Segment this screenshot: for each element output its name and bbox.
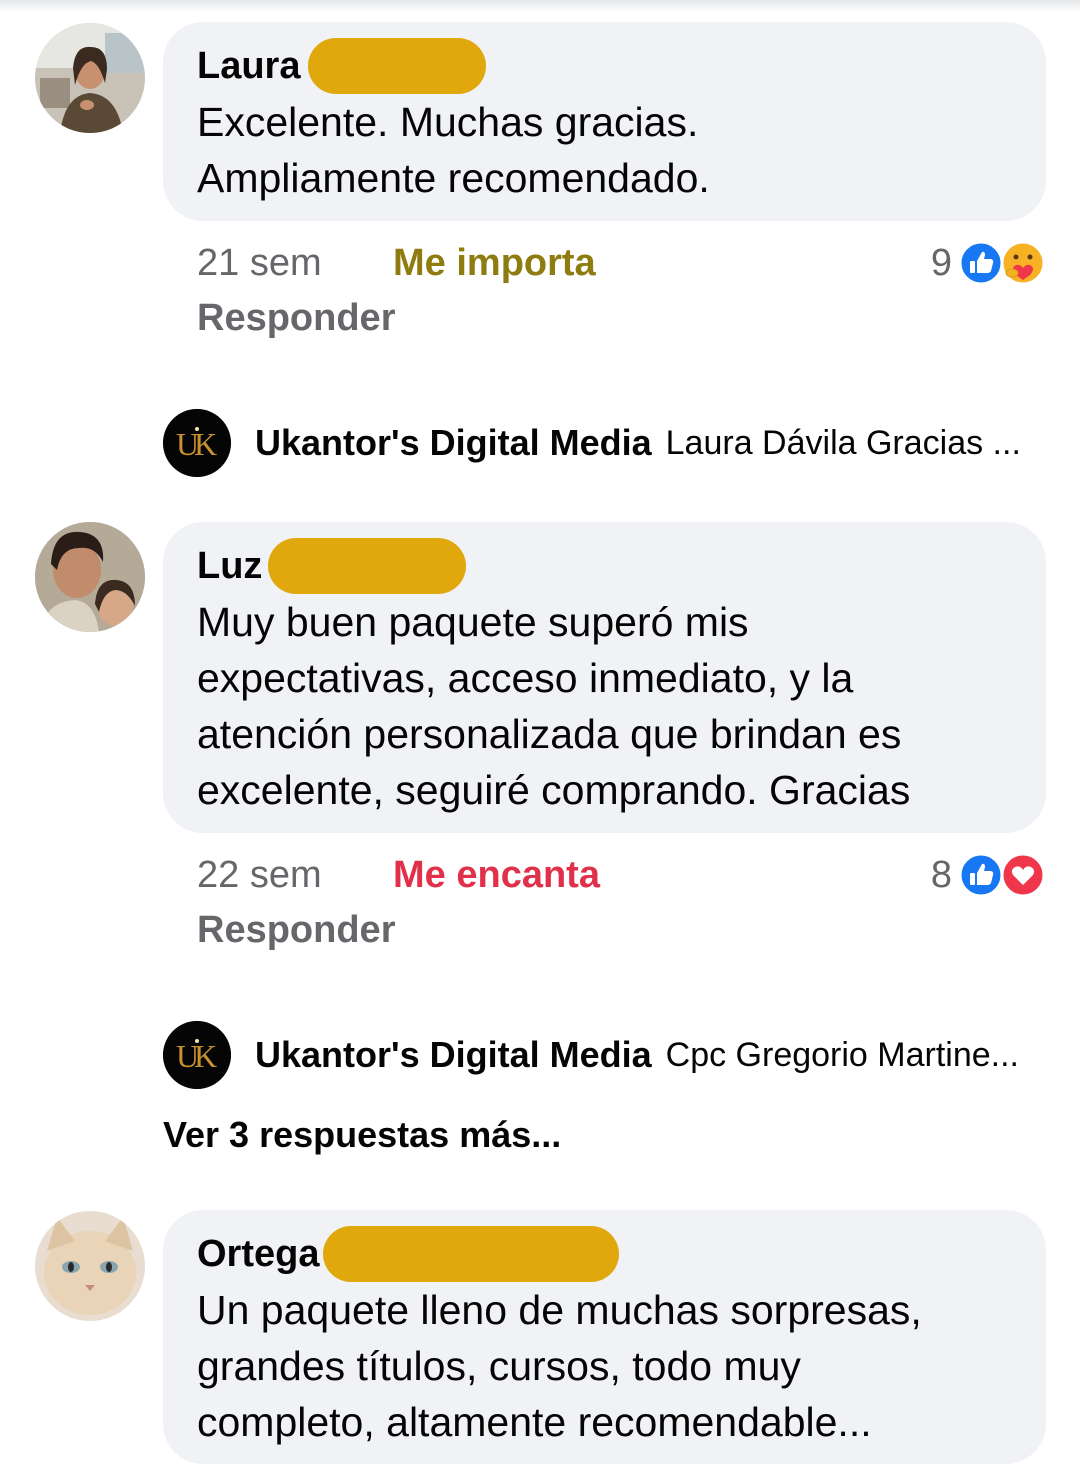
svg-text:K: K [194,1038,217,1074]
avatar-photo-icon [35,23,145,133]
reply-snippet: Cpc Gregorio Martine... [665,1035,1019,1074]
comment-meta-row: 21 sem Me importa 9 [197,235,1046,291]
comment-bubble: Laura Excelente. Muchas gracias. Ampliam… [163,22,1046,221]
page-reply-preview[interactable]: U K Ukantor's Digital Media Cpc Gregorio… [163,1020,1046,1090]
uk-logo-icon: U K [163,1021,231,1089]
comment-text: Muy buen paquete superó mis expectativas… [197,599,911,813]
comment-bubble: Luz Muy buen paquete superó mis expectat… [163,522,1046,833]
comment-time[interactable]: 21 sem [197,242,393,285]
reply-snippet: Laura Dávila Gracias ... [665,423,1021,462]
page-name[interactable]: Ukantor's Digital Media [255,1034,652,1076]
reaction-count: 8 [930,853,952,896]
redaction-mark [308,38,487,94]
like-icon [958,240,1004,286]
love-icon [1000,852,1046,898]
avatar-photo-icon [35,1211,145,1321]
comment-meta-row: 22 sem Me encanta 8 [197,847,1046,903]
avatar-ortega[interactable] [35,1211,145,1321]
avatar-photo-icon [35,522,145,632]
svg-text:K: K [194,426,217,462]
comment-author[interactable]: Ortega [197,1226,319,1282]
reaction-button[interactable]: Me importa [393,242,596,285]
redaction-mark [323,1226,620,1282]
reaction-summary[interactable]: 8 [931,847,1046,903]
view-more-replies-link[interactable]: Ver 3 respuestas más... [163,1107,561,1163]
redaction-mark [268,538,467,594]
comment-text: Un paquete lleno de muchas sorpresas, gr… [197,1287,922,1445]
comment-bubble: Ortega Un paquete lleno de muchas sorpre… [163,1210,1046,1464]
page-name[interactable]: Ukantor's Digital Media [255,422,652,464]
page-avatar[interactable]: U K [163,409,231,477]
avatar-luz[interactable] [35,522,145,632]
page-avatar[interactable]: U K [163,1021,231,1089]
comment-author[interactable]: Laura [197,38,300,94]
uk-logo-icon: U K [163,409,231,477]
comment-text: Excelente. Muchas gracias. Ampliamente r… [197,99,710,201]
like-icon [958,852,1004,898]
reply-button[interactable]: Responder [197,902,395,958]
reply-button[interactable]: Responder [197,290,395,346]
avatar-laura[interactable] [35,23,145,133]
reaction-button[interactable]: Me encanta [393,854,600,897]
top-bar-shadow [0,0,1080,12]
reaction-count: 9 [930,241,952,284]
comment-author[interactable]: Luz [197,538,262,594]
comment-time[interactable]: 22 sem [197,854,393,897]
care-icon [1000,240,1046,286]
page-reply-preview[interactable]: U K Ukantor's Digital Media Laura Dávila… [163,408,1046,478]
reaction-summary[interactable]: 9 [931,235,1046,291]
